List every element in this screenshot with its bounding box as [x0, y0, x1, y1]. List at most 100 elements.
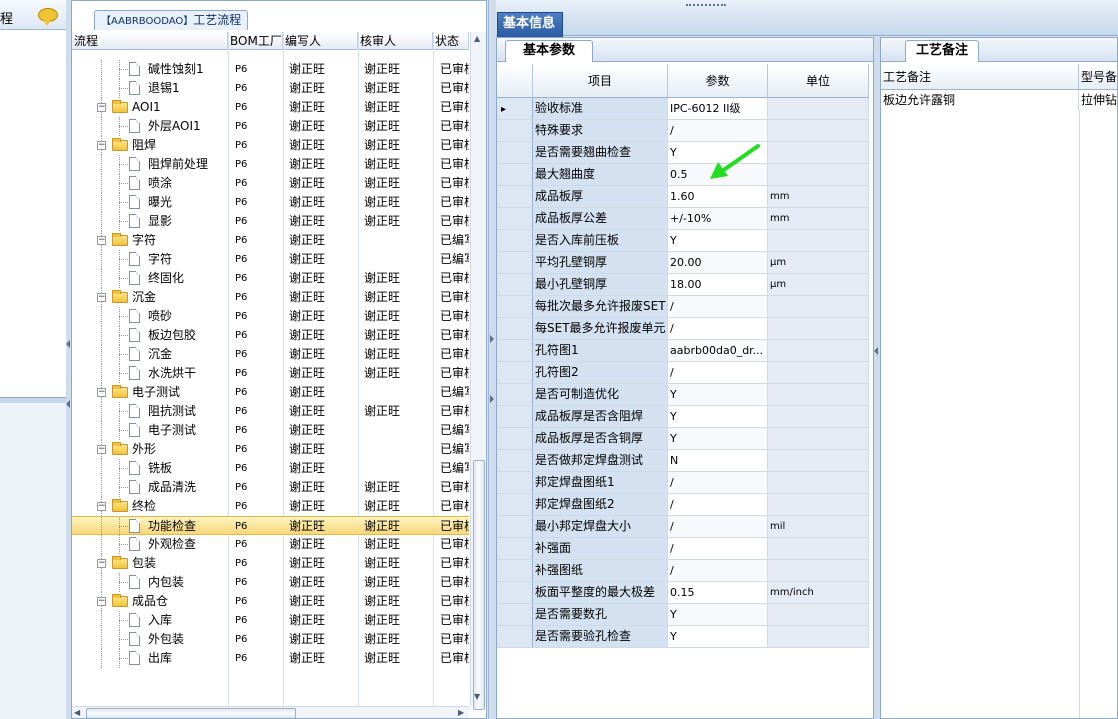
param-value-cell[interactable]: 18.00 [668, 274, 768, 296]
scroll-left-icon[interactable]: ◀ [74, 708, 80, 717]
tree-collapse-icon[interactable]: − [97, 445, 106, 454]
tree-horizontal-scrollbar[interactable]: ◀ ▶ [72, 706, 469, 718]
tree-step-row[interactable]: 外层AOI1 P6 谢正旺 谢正旺 已审核 [72, 117, 469, 136]
param-unit-cell[interactable] [768, 164, 869, 186]
tab-basic-params[interactable]: 基本参数 [505, 40, 593, 62]
row-header[interactable] [497, 582, 533, 604]
process-tree-title-tab[interactable]: 【AABRBOODAO】工艺流程 [94, 10, 249, 30]
param-unit-cell[interactable]: mm [768, 186, 869, 208]
param-row[interactable]: 成品板厚公差 +/-10% mm [497, 208, 869, 230]
col-header-reviewer[interactable]: 核审人 [358, 32, 433, 50]
row-header[interactable] [497, 186, 533, 208]
param-row[interactable]: 是否需要验孔检查 Y [497, 626, 869, 648]
grid-corner[interactable] [497, 64, 533, 98]
param-value-cell[interactable]: aabrb00da0_dr... [668, 340, 768, 362]
param-unit-cell[interactable] [768, 340, 869, 362]
tree-step-row[interactable]: 喷涂 P6 谢正旺 谢正旺 已审核 [72, 174, 469, 193]
row-header[interactable] [497, 296, 533, 318]
param-unit-cell[interactable]: mm [768, 208, 869, 230]
tree-group-row[interactable]: − 外形 P6 谢正旺 已编写 [72, 440, 469, 459]
param-row[interactable]: 平均孔壁铜厚 20.00 μm [497, 252, 869, 274]
tree-step-row[interactable]: 终固化 P6 谢正旺 谢正旺 已审核 [72, 269, 469, 288]
param-value-cell[interactable]: 20.00 [668, 252, 768, 274]
param-row[interactable]: 成品板厚 1.60 mm [497, 186, 869, 208]
tree-group-row[interactable]: − 成品仓 P6 谢正旺 谢正旺 已审核 [72, 592, 469, 611]
tree-group-row[interactable]: − 包装 P6 谢正旺 谢正旺 已审核 [72, 554, 469, 573]
param-unit-cell[interactable] [768, 406, 869, 428]
param-unit-cell[interactable] [768, 450, 869, 472]
tree-step-row[interactable]: 字符 P6 谢正旺 已编写 [72, 250, 469, 269]
process-note-cell[interactable]: 板边允许露铜 [881, 90, 1079, 110]
tab-basic-info[interactable]: 基本信息 [497, 12, 563, 37]
tree-step-row[interactable]: 喷砂 P6 谢正旺 谢正旺 已审核 [72, 307, 469, 326]
tree-collapse-icon[interactable]: − [97, 559, 106, 568]
param-value-cell[interactable]: Y [668, 406, 768, 428]
tree-collapse-icon[interactable]: − [97, 502, 106, 511]
row-header[interactable] [497, 252, 533, 274]
param-unit-cell[interactable] [768, 626, 869, 648]
collapse-right-icon[interactable] [874, 347, 878, 355]
param-row[interactable]: 是否入库前压板 Y [497, 230, 869, 252]
param-unit-cell[interactable] [768, 362, 869, 384]
row-header[interactable] [497, 274, 533, 296]
param-unit-cell[interactable] [768, 560, 869, 582]
tree-step-row[interactable]: 碱性蚀刻1 P6 谢正旺 谢正旺 已审核 [72, 60, 469, 79]
tab-process-notes[interactable]: 工艺备注 [905, 40, 979, 62]
tree-step-row[interactable]: 曝光 P6 谢正旺 谢正旺 已审核 [72, 193, 469, 212]
param-unit-cell[interactable] [768, 472, 869, 494]
row-header[interactable] [497, 362, 533, 384]
col-header-bom[interactable]: BOM工厂 [228, 32, 283, 50]
param-value-cell[interactable]: Y [668, 604, 768, 626]
tree-step-row[interactable]: 功能检查 P6 谢正旺 谢正旺 已审核 [72, 516, 469, 536]
row-header[interactable] [497, 318, 533, 340]
param-unit-cell[interactable] [768, 538, 869, 560]
param-value-cell[interactable]: / [668, 494, 768, 516]
param-row[interactable]: 孔符图1 aabrb00da0_dr... [497, 340, 869, 362]
col-header-value[interactable]: 参数 [668, 64, 768, 98]
expand-middle-icon-2[interactable] [490, 395, 494, 403]
param-unit-cell[interactable]: μm [768, 274, 869, 296]
tree-step-row[interactable]: 内包装 P6 谢正旺 谢正旺 已审核 [72, 573, 469, 592]
tree-group-row[interactable]: − 沉金 P6 谢正旺 谢正旺 已审核 [72, 288, 469, 307]
tree-collapse-icon[interactable]: − [97, 293, 106, 302]
expand-middle-icon[interactable] [490, 335, 494, 343]
col-header-status[interactable]: 状态 [433, 32, 469, 50]
param-unit-cell[interactable] [768, 296, 869, 318]
scroll-right-icon[interactable]: ▶ [458, 708, 464, 717]
param-row[interactable]: 最大翘曲度 0.5 [497, 164, 869, 186]
tree-group-row[interactable]: − 阻焊 P6 谢正旺 谢正旺 已审核 [72, 136, 469, 155]
tree-collapse-icon[interactable]: − [97, 236, 106, 245]
param-value-cell[interactable]: / [668, 560, 768, 582]
tree-collapse-icon[interactable]: − [97, 103, 106, 112]
param-row[interactable]: 是否需要数孔 Y [497, 604, 869, 626]
tree-hscroll-thumb[interactable] [86, 708, 296, 718]
row-header[interactable] [497, 230, 533, 252]
param-unit-cell[interactable] [768, 428, 869, 450]
col-header-item[interactable]: 项目 [533, 64, 668, 98]
param-row[interactable]: 邦定焊盘图纸2/ [497, 494, 869, 516]
param-unit-cell[interactable] [768, 230, 869, 252]
chat-bubble-icon[interactable] [38, 8, 58, 26]
param-row[interactable]: 最小孔壁铜厚 18.00 μm [497, 274, 869, 296]
param-unit-cell[interactable]: μm [768, 252, 869, 274]
splitter-middle[interactable] [488, 0, 496, 719]
row-header[interactable] [497, 560, 533, 582]
tree-step-row[interactable]: 阻焊前处理 P6 谢正旺 谢正旺 已审核 [72, 155, 469, 174]
tree-step-row[interactable]: 水洗烘干 P6 谢正旺 谢正旺 已审核 [72, 364, 469, 383]
row-header[interactable] [497, 142, 533, 164]
tree-step-row[interactable]: 外包装 P6 谢正旺 谢正旺 已审核 [72, 630, 469, 649]
row-header[interactable] [497, 406, 533, 428]
param-row[interactable]: 是否做邦定焊盘测试 N [497, 450, 869, 472]
param-value-cell[interactable]: / [668, 296, 768, 318]
tree-step-row[interactable]: 阻抗测试 P6 谢正旺 谢正旺 已审核 [72, 402, 469, 421]
param-row[interactable]: 特殊要求 / [497, 120, 869, 142]
tree-step-row[interactable]: 入库 P6 谢正旺 谢正旺 已审核 [72, 611, 469, 630]
tree-step-row[interactable]: 成品清洗 P6 谢正旺 谢正旺 已审核 [72, 478, 469, 497]
col-header-writer[interactable]: 编写人 [283, 32, 358, 50]
row-header[interactable] [497, 626, 533, 648]
param-row[interactable]: 成品板厚是否含阻焊 Y [497, 406, 869, 428]
row-header[interactable] [497, 164, 533, 186]
param-value-cell[interactable]: / [668, 472, 768, 494]
row-header[interactable]: ▸ [497, 98, 533, 120]
tree-collapse-icon[interactable]: − [97, 388, 106, 397]
